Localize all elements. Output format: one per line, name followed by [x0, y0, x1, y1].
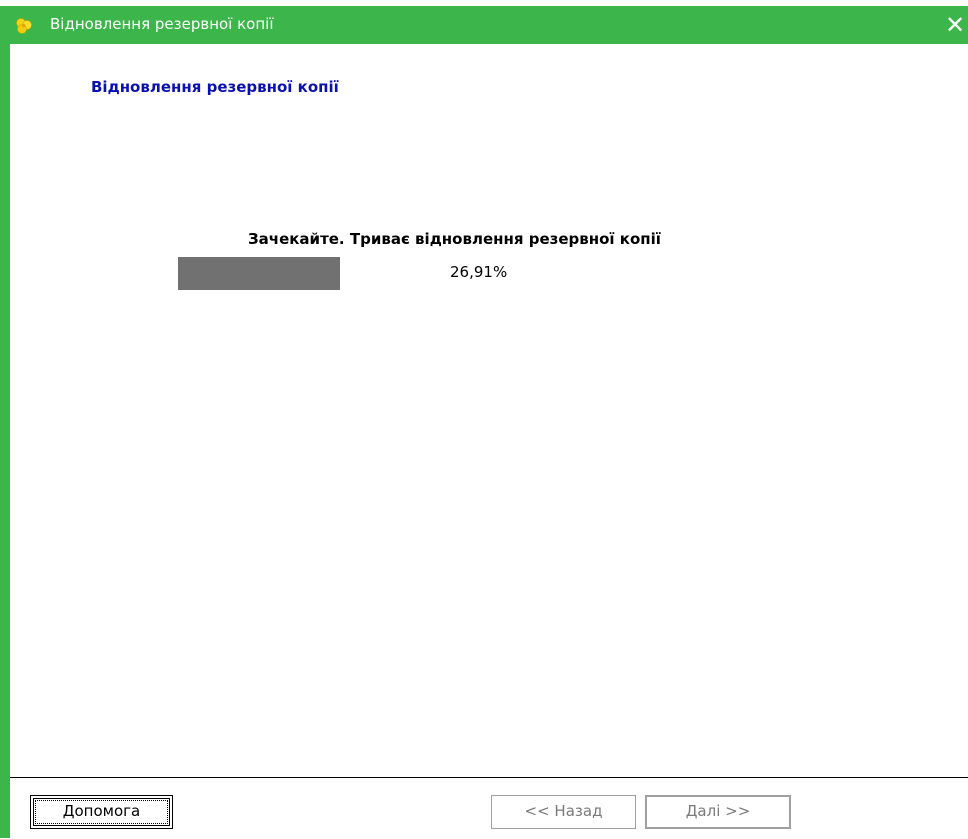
next-button[interactable]: Далі >> — [645, 795, 791, 829]
wizard-footer: Допомога << Назад Далі >> — [10, 777, 968, 839]
next-button-label: Далі >> — [685, 802, 751, 820]
progress-bar — [178, 257, 340, 290]
window-title: Відновлення резервної копії — [50, 15, 274, 33]
restore-backup-window: Відновлення резервної копії ✕ Відновленн… — [0, 0, 968, 839]
wizard-content: Відновлення резервної копії Зачекайте. Т… — [10, 44, 968, 777]
help-button-label: Допомога — [62, 802, 141, 820]
progress-percent-label: 26,91% — [450, 263, 508, 281]
progress-status-text: Зачекайте. Триває відновлення резервної … — [248, 230, 661, 248]
back-button[interactable]: << Назад — [491, 795, 636, 829]
progress-bar-fill — [178, 257, 340, 290]
yellow-flower-icon — [16, 18, 32, 34]
window-left-border — [0, 44, 10, 838]
back-button-label: << Назад — [524, 802, 603, 820]
help-button[interactable]: Допомога — [30, 795, 173, 829]
title-bar[interactable]: Відновлення резервної копії ✕ — [0, 6, 968, 44]
page-title: Відновлення резервної копії — [91, 78, 339, 96]
close-icon[interactable]: ✕ — [944, 11, 966, 39]
